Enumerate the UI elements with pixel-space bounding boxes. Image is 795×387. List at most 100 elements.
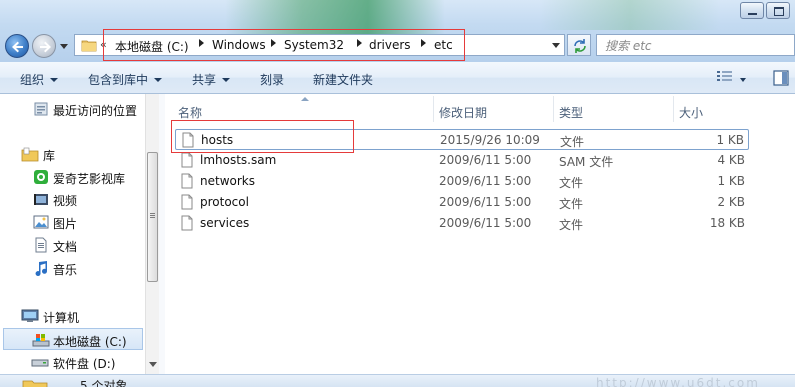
- nav-label: 图片: [53, 217, 78, 231]
- view-options-chevron-icon[interactable]: [740, 78, 746, 82]
- nav-item-iqiyi[interactable]: 爱奇艺影视库: [0, 166, 145, 188]
- file-name: hosts: [201, 133, 234, 147]
- preview-pane-icon[interactable]: [773, 70, 789, 86]
- file-size: 2 KB: [717, 195, 745, 209]
- chevron-down-icon: [154, 78, 163, 82]
- minimize-button[interactable]: [740, 2, 764, 19]
- status-bar: 5 个对象 http://www.u6dt.com: [0, 374, 795, 387]
- nav-label: 本地磁盘 (C:): [53, 335, 127, 349]
- breadcrumb-separator-icon[interactable]: [357, 39, 362, 47]
- file-modified: 2015/9/26 10:09: [440, 133, 540, 147]
- title-bar: « 本地磁盘 (C:) Windows System32 drivers etc: [0, 0, 795, 62]
- column-header-modified[interactable]: 修改日期: [439, 104, 487, 121]
- breadcrumb-separator-icon[interactable]: [199, 39, 204, 47]
- share-label: 共享: [192, 73, 217, 87]
- nav-item-computer[interactable]: 计算机: [0, 305, 145, 327]
- file-size: 4 KB: [717, 153, 745, 167]
- nav-item-videos[interactable]: 视频: [0, 188, 145, 210]
- nav-item-music[interactable]: 音乐: [0, 257, 145, 279]
- file-modified: 2009/6/11 5:00: [439, 153, 532, 167]
- recent-pages-chevron-icon[interactable]: [60, 42, 68, 50]
- file-row-services[interactable]: services 2009/6/11 5:00 文件 18 KB: [175, 213, 749, 234]
- nav-item-libraries[interactable]: 库: [0, 143, 145, 165]
- file-row-lmhosts[interactable]: lmhosts.sam 2009/6/11 5:00 SAM 文件 4 KB: [175, 150, 749, 171]
- library-icon: [21, 147, 39, 162]
- new-folder-button[interactable]: 新建文件夹: [313, 71, 373, 88]
- computer-icon: [21, 309, 39, 322]
- column-divider[interactable]: [433, 96, 434, 122]
- breadcrumb-separator-icon[interactable]: [421, 39, 426, 47]
- file-icon: [182, 132, 194, 148]
- file-icon: [181, 152, 193, 168]
- item-count: 5 个对象: [80, 379, 128, 387]
- nav-label: 视频: [53, 194, 78, 208]
- file-name: networks: [200, 174, 255, 188]
- column-header-type[interactable]: 类型: [559, 104, 583, 121]
- recent-places-icon: [34, 102, 48, 116]
- picture-library-icon: [33, 215, 49, 229]
- breadcrumb-windows[interactable]: Windows: [212, 38, 266, 52]
- file-icon: [181, 215, 193, 231]
- nav-label: 计算机: [43, 311, 80, 325]
- breadcrumb-etc[interactable]: etc: [434, 38, 453, 52]
- sort-ascending-icon: [301, 97, 309, 101]
- file-row-networks[interactable]: networks 2009/6/11 5:00 文件 1 KB: [175, 171, 749, 192]
- nav-item-local-disk-c[interactable]: 本地磁盘 (C:): [3, 328, 143, 350]
- share-menu[interactable]: 共享: [192, 71, 231, 88]
- title-bar-glass: [540, 0, 720, 30]
- nav-item-recent[interactable]: 最近访问的位置: [0, 98, 145, 120]
- nav-label: 库: [43, 149, 56, 163]
- burn-button[interactable]: 刻录: [260, 71, 284, 88]
- column-divider[interactable]: [553, 96, 554, 122]
- file-name: protocol: [200, 195, 249, 209]
- nav-item-pictures[interactable]: 图片: [0, 211, 145, 233]
- change-view-icon[interactable]: [716, 70, 734, 84]
- file-type: SAM 文件: [559, 155, 614, 169]
- music-library-icon: [35, 261, 48, 276]
- watermark-text: http://www.u6dt.com: [596, 376, 760, 387]
- address-history-dropdown-icon[interactable]: [552, 43, 560, 48]
- file-row-hosts[interactable]: hosts 2015/9/26 10:09 文件 1 KB: [175, 129, 749, 150]
- breadcrumb-local-disk-c[interactable]: 本地磁盘 (C:): [115, 38, 189, 55]
- folder-icon: [81, 40, 97, 52]
- breadcrumb-drivers[interactable]: drivers: [369, 38, 411, 52]
- video-library-icon: [34, 194, 48, 205]
- back-button[interactable]: [5, 34, 29, 58]
- navigation-scrollbar[interactable]: [145, 94, 159, 374]
- file-icon: [181, 194, 193, 210]
- file-modified: 2009/6/11 5:00: [439, 174, 532, 188]
- drive-icon: [31, 359, 49, 367]
- nav-label: 音乐: [53, 263, 78, 277]
- file-type: 文件: [560, 135, 585, 149]
- column-header-name[interactable]: 名称: [178, 104, 202, 121]
- nav-label: 软件盘 (D:): [53, 357, 116, 371]
- scroll-down-arrow-icon[interactable]: [149, 362, 157, 367]
- maximize-button[interactable]: [766, 2, 790, 19]
- column-header-size[interactable]: 大小: [679, 104, 703, 121]
- breadcrumb-separator-icon[interactable]: [271, 39, 276, 47]
- nav-item-documents[interactable]: 文档: [0, 234, 145, 256]
- include-in-library-menu[interactable]: 包含到库中: [88, 71, 163, 88]
- address-bar[interactable]: « 本地磁盘 (C:) Windows System32 drivers etc: [74, 34, 565, 56]
- search-input[interactable]: [603, 37, 787, 55]
- address-overflow-chevron[interactable]: «: [100, 38, 107, 51]
- navigation-pane: 最近访问的位置 库 爱奇艺影视库 视频 图片 文档 音乐 计算机 本地磁盘 (C…: [0, 94, 145, 374]
- organize-label: 组织: [20, 73, 45, 87]
- file-row-protocol[interactable]: protocol 2009/6/11 5:00 文件 2 KB: [175, 192, 749, 213]
- arrow-left-icon: [12, 41, 23, 53]
- search-box[interactable]: [596, 34, 795, 56]
- nav-item-software-d[interactable]: 软件盘 (D:): [0, 351, 145, 373]
- refresh-icon: [574, 39, 586, 53]
- file-size: 1 KB: [716, 133, 744, 147]
- column-divider[interactable]: [673, 96, 674, 122]
- organize-menu[interactable]: 组织: [20, 71, 59, 88]
- breadcrumb-system32[interactable]: System32: [284, 38, 344, 52]
- file-icon: [181, 173, 193, 189]
- file-list: 名称 修改日期 类型 大小 hosts 2015/9/26 10:09 文件 1…: [165, 94, 795, 374]
- scrollbar-thumb[interactable]: [147, 152, 158, 282]
- refresh-button[interactable]: [567, 34, 591, 56]
- chevron-down-icon: [50, 78, 59, 82]
- file-type: 文件: [559, 176, 584, 190]
- forward-button[interactable]: [32, 34, 56, 58]
- nav-label: 爱奇艺影视库: [53, 172, 126, 186]
